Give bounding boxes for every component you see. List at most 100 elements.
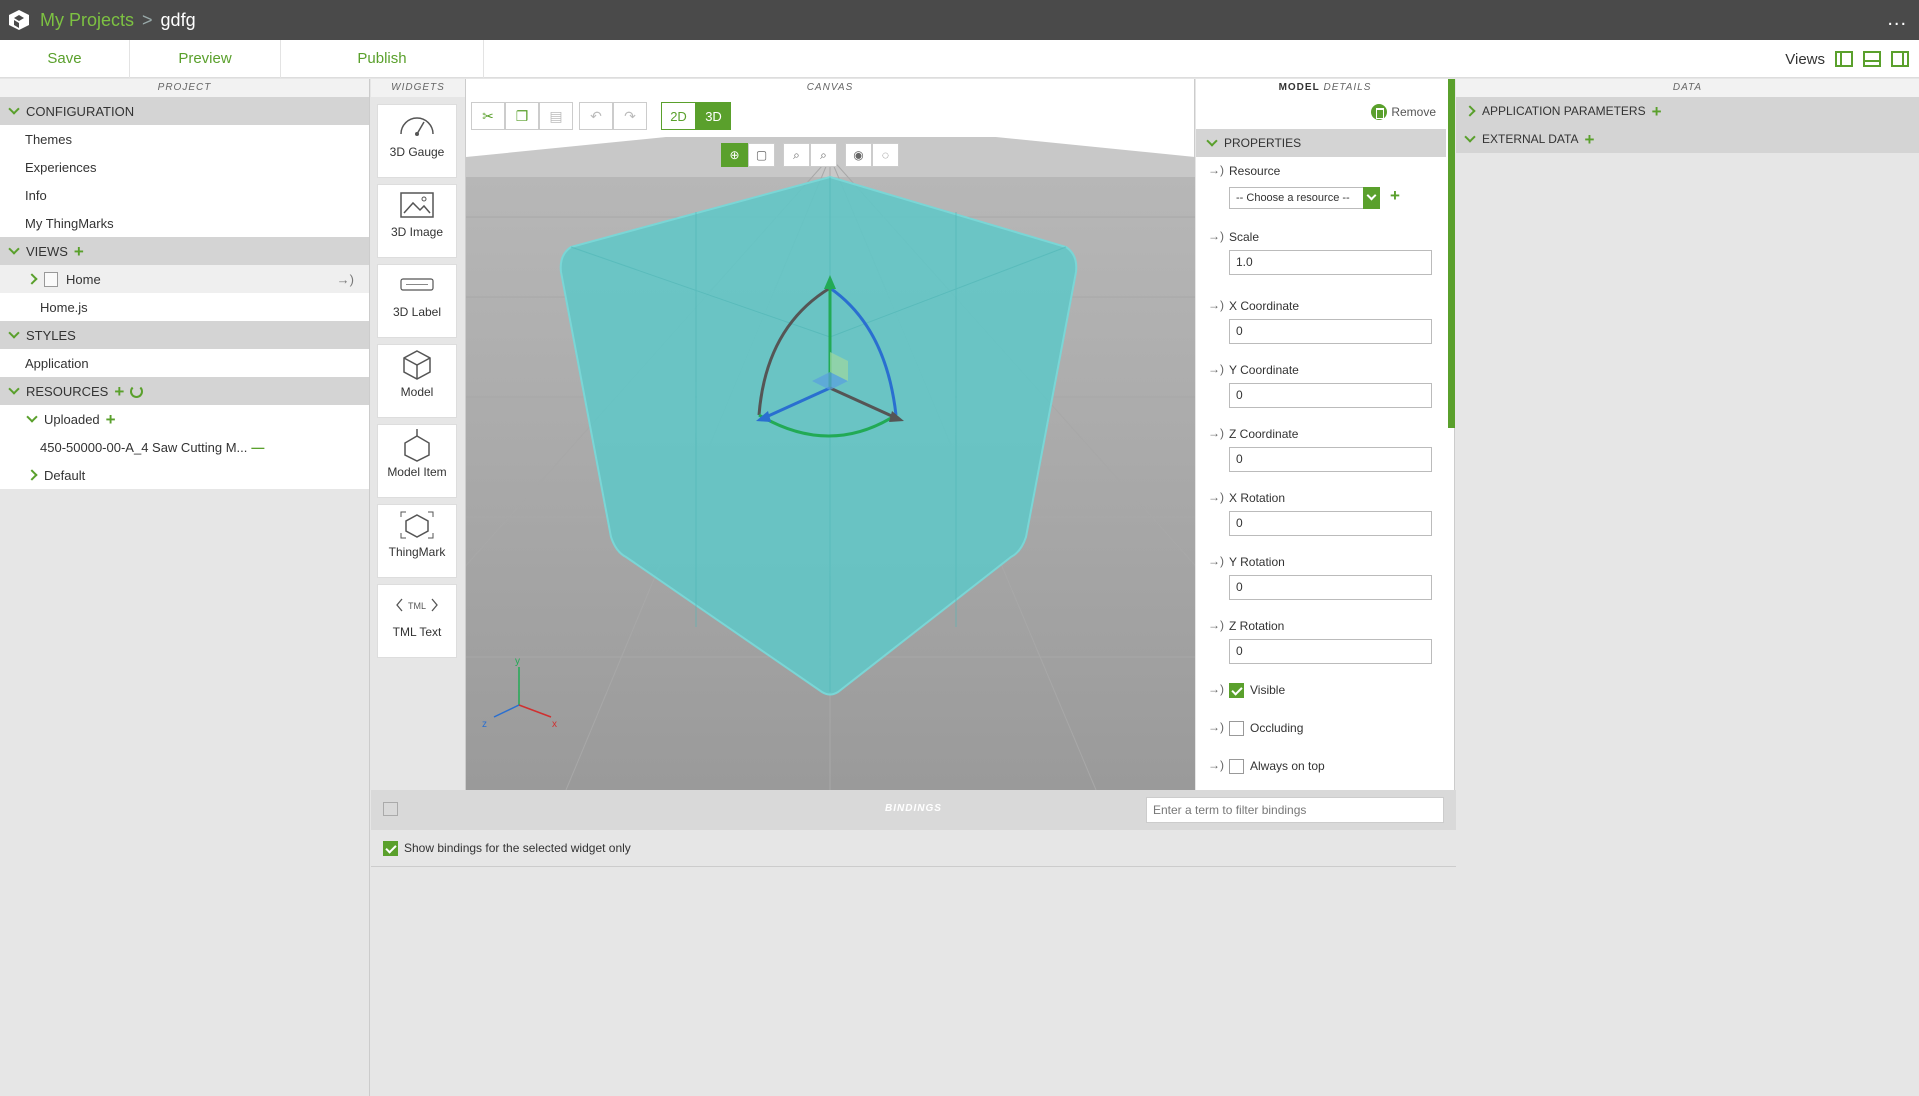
chevron-down-icon[interactable] (26, 411, 38, 423)
section-external-data[interactable]: EXTERNAL DATA + (1456, 125, 1919, 153)
chevron-down-icon[interactable] (1206, 135, 1218, 147)
toggle-right-panel-icon[interactable] (1891, 51, 1909, 67)
binding-arrow-icon[interactable]: →) (1208, 554, 1224, 568)
chevron-down-icon[interactable] (1363, 187, 1380, 209)
widget-thingmark[interactable]: ThingMark (377, 504, 457, 578)
binding-arrow-icon[interactable]: →) (1208, 362, 1224, 376)
y-rotation-input[interactable]: 0 (1229, 575, 1432, 600)
binding-arrow-icon[interactable]: →) (1208, 426, 1224, 440)
view-item-home-js[interactable]: Home.js (0, 293, 369, 321)
config-item-thingmarks[interactable]: My ThingMarks (0, 209, 369, 237)
cut-icon[interactable]: ✂ (471, 102, 505, 130)
z-rotation-input[interactable]: 0 (1229, 639, 1432, 664)
widget-3d-image[interactable]: 3D Image (377, 184, 457, 258)
section-views[interactable]: VIEWS + (0, 237, 369, 265)
svg-text:TML: TML (408, 601, 426, 611)
copy-icon[interactable]: ❐ (505, 102, 539, 130)
x-coordinate-input[interactable]: 0 (1229, 319, 1432, 344)
navigate-arrow-icon[interactable]: →) (337, 272, 354, 287)
zoom-fit-icon[interactable]: ⌕ (783, 143, 810, 167)
x-rotation-input[interactable]: 0 (1229, 511, 1432, 536)
details-header-bold: MODEL (1278, 82, 1320, 93)
chevron-down-icon[interactable] (8, 103, 20, 115)
zoom-selected-icon[interactable]: ⌕ (810, 143, 837, 167)
section-configuration[interactable]: CONFIGURATION (0, 97, 369, 125)
mode-3d-button[interactable]: 3D (696, 102, 731, 130)
scale-input[interactable]: 1.0 (1229, 250, 1432, 275)
breadcrumb-my-projects[interactable]: My Projects (40, 10, 134, 31)
widget-label: 3D Label (392, 305, 442, 319)
section-resources[interactable]: RESOURCES + (0, 377, 369, 405)
chevron-right-icon[interactable] (26, 273, 38, 285)
chevron-down-icon[interactable] (8, 383, 20, 395)
widget-model[interactable]: Model (377, 344, 457, 418)
details-scrollbar[interactable] (1448, 79, 1455, 428)
selected-only-checkbox[interactable] (383, 840, 398, 856)
properties-section[interactable]: PROPERTIES (1196, 129, 1446, 157)
main-toolbar: Save Preview Publish Views (0, 39, 1919, 78)
chevron-right-icon[interactable] (1464, 105, 1476, 117)
more-menu-icon[interactable]: ... (1887, 8, 1907, 31)
binding-arrow-icon[interactable]: →) (1208, 490, 1224, 504)
widget-3d-label[interactable]: 3D Label (377, 264, 457, 338)
show-icon[interactable]: ◌ (872, 143, 899, 167)
frame-icon[interactable]: ▢ (748, 143, 775, 167)
resource-folder-uploaded[interactable]: Uploaded + (0, 405, 369, 433)
bindings-filter-input[interactable]: Enter a term to filter bindings (1146, 797, 1444, 823)
add-view-icon[interactable]: + (74, 243, 84, 260)
orbit-icon[interactable]: ⊕ (721, 143, 748, 167)
undo-icon[interactable]: ↶ (579, 102, 613, 130)
chevron-down-icon[interactable] (8, 327, 20, 339)
hide-icon[interactable]: ◉ (845, 143, 872, 167)
app-logo-icon[interactable] (8, 9, 30, 31)
style-item-application[interactable]: Application (0, 349, 369, 377)
chevron-down-icon[interactable] (8, 243, 20, 255)
binding-arrow-icon[interactable]: →) (1208, 298, 1224, 312)
redo-icon[interactable]: ↷ (613, 102, 647, 130)
paste-icon[interactable]: ▤ (539, 102, 573, 130)
widget-3d-gauge[interactable]: 3D Gauge (377, 104, 457, 178)
toggle-bottom-panel-icon[interactable] (1863, 51, 1881, 67)
3d-scene-viewport[interactable]: y z x (466, 137, 1195, 790)
y-coordinate-input[interactable]: 0 (1229, 383, 1432, 408)
binding-arrow-icon[interactable]: →) (1208, 618, 1224, 632)
toggle-left-panel-icon[interactable] (1835, 51, 1853, 67)
always-on-top-checkbox[interactable] (1229, 759, 1244, 774)
section-styles[interactable]: STYLES (0, 321, 369, 349)
add-resource-icon[interactable]: + (1390, 187, 1400, 204)
canvas-panel-header: CANVAS (466, 79, 1194, 97)
widget-tml-text[interactable]: TML TML Text (377, 584, 457, 658)
mode-2d-button[interactable]: 2D (661, 102, 696, 130)
config-item-info[interactable]: Info (0, 181, 369, 209)
add-upload-icon[interactable]: + (106, 411, 116, 428)
binding-arrow-icon[interactable]: →) (1208, 682, 1224, 696)
tml-code-icon: TML (396, 598, 438, 612)
add-parameter-icon[interactable]: + (1652, 103, 1662, 120)
config-item-themes[interactable]: Themes (0, 125, 369, 153)
remove-resource-icon[interactable]: — (251, 440, 264, 455)
widget-model-item[interactable]: Model Item (377, 424, 457, 498)
add-resource-icon[interactable]: + (114, 383, 124, 400)
section-application-parameters[interactable]: APPLICATION PARAMETERS + (1456, 97, 1919, 125)
binding-arrow-icon[interactable]: →) (1208, 229, 1224, 243)
selected-only-option[interactable]: Show bindings for the selected widget on… (371, 830, 1456, 867)
view-item-home[interactable]: Home →) (0, 265, 369, 293)
binding-arrow-icon[interactable]: →) (1208, 720, 1224, 734)
refresh-icon[interactable] (130, 384, 144, 398)
binding-arrow-icon[interactable]: →) (1208, 163, 1224, 177)
preview-button[interactable]: Preview (130, 39, 281, 78)
remove-button[interactable]: Remove (1371, 104, 1436, 120)
occluding-checkbox[interactable] (1229, 721, 1244, 736)
add-external-data-icon[interactable]: + (1584, 131, 1594, 148)
resource-select[interactable]: -- Choose a resource -- (1229, 187, 1369, 209)
save-button[interactable]: Save (0, 39, 130, 78)
z-coordinate-input[interactable]: 0 (1229, 447, 1432, 472)
chevron-right-icon[interactable] (26, 469, 38, 481)
visible-checkbox[interactable] (1229, 683, 1244, 698)
config-item-experiences[interactable]: Experiences (0, 153, 369, 181)
publish-button[interactable]: Publish (281, 39, 484, 78)
resource-file-item[interactable]: 450-50000-00-A_4 Saw Cutting M... — (0, 433, 369, 461)
resource-folder-default[interactable]: Default (0, 461, 369, 489)
chevron-down-icon[interactable] (1464, 131, 1476, 143)
binding-arrow-icon[interactable]: →) (1208, 758, 1224, 772)
